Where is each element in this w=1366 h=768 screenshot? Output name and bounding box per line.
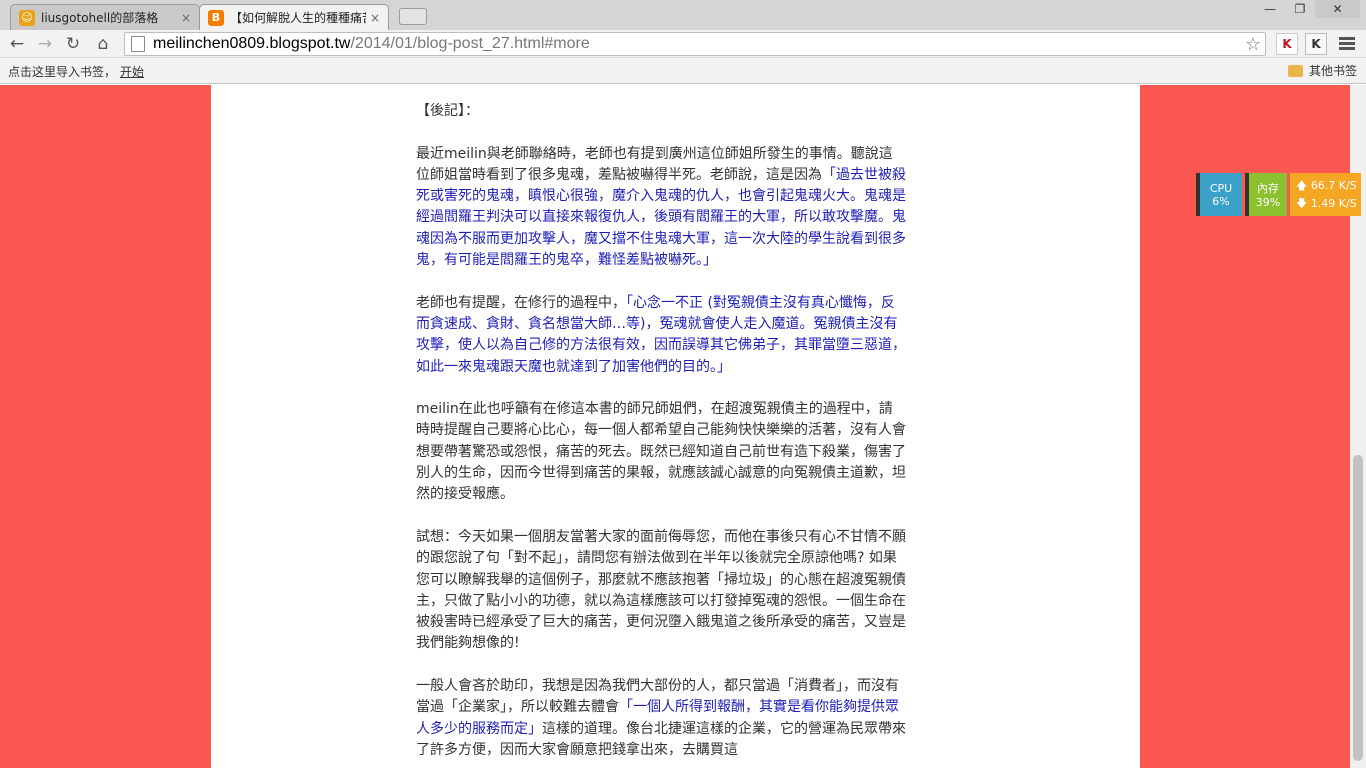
- network-speed: 🡅 66.7 K/S 🡇 1.49 K/S: [1290, 173, 1361, 216]
- body-text: 【後記】：: [416, 103, 479, 119]
- red-extension-icon[interactable]: K: [1276, 33, 1298, 55]
- cpu-label: CPU: [1209, 181, 1233, 195]
- url-text: meilinchen0809.blogspot.tw/2014/01/blog-…: [153, 35, 590, 53]
- k-extension-icon[interactable]: K: [1305, 33, 1327, 55]
- system-monitor-widget[interactable]: CPU 6% 內存 39% 🡅 66.7 K/S 🡇 1.49 K/S: [1196, 173, 1361, 216]
- cpu-usage: CPU 6%: [1196, 173, 1242, 216]
- article-paragraph: meilin在此也呼籲有在修這本書的師兄師姐們，在超渡冤親債主的過程中，請時時提…: [416, 399, 906, 505]
- article-paragraph: 一般人會吝於助印，我想是因為我們大部份的人，都只當過「消費者」，而沒有當過「企業…: [416, 676, 906, 761]
- new-tab-button[interactable]: [399, 8, 427, 25]
- tab-title: 【如何解脫人生的種種痛苦: [230, 11, 366, 25]
- url-path: /2014/01/blog-post_27.html#more: [350, 35, 590, 52]
- cpu-value: 6%: [1212, 194, 1230, 208]
- home-icon[interactable]: ⌂: [92, 33, 114, 55]
- blog-favicon-icon: ☺: [19, 9, 35, 26]
- scrollbar-thumb[interactable]: [1353, 455, 1363, 761]
- tab-liusgotohell[interactable]: ☺ liusgotohell的部落格 ×: [10, 4, 200, 30]
- other-bookmarks-button[interactable]: 其他书签: [1288, 62, 1357, 79]
- article-paragraph: 試想：今天如果一個朋友當著大家的面前侮辱您，而他在事後只有心不甘情不願的跟您說了…: [416, 527, 906, 655]
- address-bar[interactable]: meilinchen0809.blogspot.tw/2014/01/blog-…: [124, 32, 1266, 56]
- reload-icon[interactable]: ↻: [62, 33, 84, 55]
- chrome-menu-icon[interactable]: [1339, 37, 1355, 52]
- post-body: 【後記】： 最近meilin與老師聯絡時，老師也有提到廣州這位師姐所發生的事情。聽…: [211, 85, 1140, 768]
- tab-strip: ☺ liusgotohell的部落格 × B 【如何解脫人生的種種痛苦 × — …: [0, 0, 1366, 30]
- tab-title: liusgotohell的部落格: [41, 11, 159, 25]
- article-paragraph: 最近meilin與老師聯絡時，老師也有提到廣州這位師姐所發生的事情。聽說這位師姐…: [416, 144, 906, 272]
- folder-icon: [1288, 64, 1303, 77]
- other-bookmarks-label: 其他书签: [1309, 64, 1358, 78]
- close-tab-icon[interactable]: ×: [181, 11, 191, 25]
- bookmarks-start-link[interactable]: 开始: [120, 63, 144, 80]
- body-text: 老師也有提醒，在修行的過程中，: [416, 294, 626, 311]
- article-paragraph: 【後記】：: [416, 101, 906, 122]
- memory-value: 39%: [1255, 196, 1281, 209]
- upload-speed: 66.7 K/S: [1310, 178, 1357, 192]
- close-window-icon[interactable]: ✕: [1315, 0, 1360, 18]
- article-text: 【後記】： 最近meilin與老師聯絡時，老師也有提到廣州這位師姐所發生的事情。聽…: [416, 101, 906, 768]
- blogger-favicon-icon: B: [208, 9, 224, 26]
- back-arrow-icon[interactable]: ←: [6, 33, 28, 55]
- tab-active-post[interactable]: B 【如何解脫人生的種種痛苦 ×: [199, 4, 389, 30]
- maximize-icon[interactable]: ❐: [1285, 0, 1315, 18]
- window-controls: — ❐ ✕: [1255, 0, 1360, 18]
- page-icon: [131, 36, 145, 52]
- page-viewport: 【後記】： 最近meilin與老師聯絡時，老師也有提到廣州這位師姐所發生的事情。聽…: [0, 85, 1350, 768]
- minimize-icon[interactable]: —: [1255, 0, 1285, 18]
- bookmark-star-icon[interactable]: ☆: [1245, 34, 1261, 55]
- memory-usage: 內存 39%: [1245, 173, 1287, 216]
- browser-toolbar: ← → ↻ ⌂ meilinchen0809.blogspot.tw/2014/…: [0, 30, 1366, 58]
- article-paragraph: 老師也有提醒，在修行的過程中，「心念一不正 (對冤親債主沒有真心懺悔，反而貪速成…: [416, 293, 906, 378]
- bookmarks-bar: 点击这里导入书签， 开始 其他书签: [0, 58, 1366, 84]
- body-text: meilin在此也呼籲有在修這本書的師兄師姐們，在超渡冤親債主的過程中，請時時提…: [416, 401, 906, 503]
- upload-arrow-icon: 🡅: [1296, 178, 1308, 192]
- memory-label: 內存: [1257, 182, 1279, 195]
- body-text: 試想：今天如果一個朋友當著大家的面前侮辱您，而他在事後只有心不甘情不願的跟您說了…: [416, 528, 906, 652]
- forward-arrow-icon[interactable]: →: [34, 33, 56, 55]
- close-tab-icon[interactable]: ×: [370, 11, 380, 25]
- download-arrow-icon: 🡇: [1296, 196, 1308, 210]
- download-speed: 1.49 K/S: [1310, 196, 1357, 210]
- url-host: meilinchen0809.blogspot.tw: [153, 35, 351, 52]
- bookmarks-import-hint: 点击这里导入书签，: [8, 65, 117, 79]
